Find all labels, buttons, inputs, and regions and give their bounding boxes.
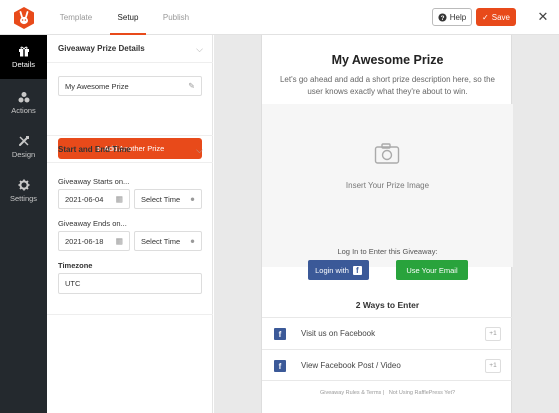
timezone-value: UTC — [65, 279, 81, 288]
ways-to-enter-title: 2 Ways to Enter — [355, 300, 420, 310]
time-section-header[interactable]: Start and End Time ⌵ — [47, 135, 213, 163]
calendar-icon: ▦ — [115, 236, 123, 246]
entry-label: View Facebook Post / Video — [301, 361, 401, 370]
starts-label: Giveaway Starts on... — [58, 177, 130, 186]
sidebar-item-settings[interactable]: Settings — [0, 169, 47, 213]
entry-item[interactable]: f View Facebook Post / Video +1 — [262, 349, 513, 381]
entry-item[interactable]: f Visit us on Facebook +1 — [262, 317, 513, 349]
use-email-button[interactable]: Use Your Email — [396, 260, 468, 280]
prize-title: My Awesome Prize — [331, 53, 444, 67]
login-text: Log In to Enter this Giveaway: — [337, 247, 438, 256]
entry-points-badge: +1 — [485, 327, 501, 341]
facebook-login-button[interactable]: Login with f — [308, 260, 369, 280]
svg-text:?: ? — [440, 14, 444, 21]
prize-name-field[interactable]: My Awesome Prize ✎ — [58, 76, 202, 96]
help-button[interactable]: ? Help — [432, 8, 472, 26]
sidebar-item-label: Details — [12, 60, 35, 69]
gear-icon — [18, 179, 29, 191]
facebook-login-label: Login with — [315, 265, 349, 275]
sidebar-item-design[interactable]: Design — [0, 125, 47, 169]
entry-label: Visit us on Facebook — [301, 329, 376, 338]
gift-icon — [18, 46, 29, 57]
pencil-icon[interactable]: ✎ — [188, 82, 195, 91]
prize-section-header[interactable]: Giveaway Prize Details ⌵ — [47, 35, 213, 63]
design-icon — [18, 136, 29, 146]
tab-setup[interactable]: Setup — [110, 0, 146, 35]
question-icon: ? — [438, 12, 447, 21]
giveaway-preview-card: My Awesome Prize Let's go ahead and add … — [261, 35, 513, 413]
time-section-title: Start and End Time — [58, 145, 131, 154]
close-icon[interactable]: ✕ — [535, 9, 551, 25]
rafflepress-logo — [0, 0, 47, 35]
timezone-select[interactable]: UTC — [58, 273, 202, 294]
check-icon: ✓ — [482, 12, 489, 22]
help-label: Help — [449, 12, 467, 22]
start-time-field[interactable]: Select Time ● — [134, 189, 202, 209]
end-date-value: 2021-06-18 — [65, 236, 104, 246]
chevron-down-icon: ⌵ — [196, 44, 203, 54]
chevron-down-icon: ⌵ — [196, 145, 203, 155]
prize-section-title: Giveaway Prize Details — [58, 44, 145, 53]
sidebar-item-details[interactable]: Details — [0, 35, 47, 79]
start-date-field[interactable]: 2021-06-04 ▦ — [58, 189, 130, 209]
ends-label: Giveaway Ends on... — [58, 219, 127, 228]
save-label: Save — [491, 12, 510, 22]
left-nav: Details Actions Design Settings — [0, 35, 47, 413]
settings-panel: Giveaway Prize Details ⌵ My Awesome Priz… — [47, 35, 213, 413]
clock-icon: ● — [190, 236, 195, 246]
giveaway-footer[interactable]: Giveaway Rules & Terms | Not Using Raffl… — [262, 390, 513, 396]
prize-name-value: My Awesome Prize — [65, 81, 129, 91]
divider — [47, 314, 213, 315]
prize-description: Let's go ahead and add a short prize des… — [279, 75, 495, 96]
end-time-field[interactable]: Select Time ● — [134, 231, 202, 251]
actions-icon — [18, 92, 29, 103]
calendar-icon: ▦ — [115, 194, 123, 204]
end-time-placeholder: Select Time — [141, 236, 181, 246]
entry-points-badge: +1 — [485, 359, 501, 373]
facebook-icon: f — [352, 265, 362, 275]
facebook-icon: f — [274, 328, 286, 340]
start-time-placeholder: Select Time — [141, 194, 181, 204]
sidebar-item-label: Design — [11, 150, 36, 159]
rabbit-logo-icon — [13, 6, 34, 29]
tab-template[interactable]: Template — [52, 0, 100, 35]
timezone-label: Timezone — [58, 261, 93, 270]
sidebar-item-actions[interactable]: Actions — [0, 81, 47, 125]
image-placeholder-label: Insert Your Prize Image — [345, 181, 430, 190]
sidebar-item-label: Actions — [11, 106, 36, 115]
tab-publish[interactable]: Publish — [156, 0, 196, 35]
save-button[interactable]: ✓ Save — [476, 8, 516, 26]
camera-icon — [374, 143, 400, 164]
start-date-value: 2021-06-04 — [65, 194, 104, 204]
top-bar: Template Setup Publish ? Help ✓ Save ✕ — [0, 0, 559, 35]
clock-icon: ● — [190, 194, 195, 204]
facebook-icon: f — [274, 360, 286, 372]
end-date-field[interactable]: 2021-06-18 ▦ — [58, 231, 130, 251]
sidebar-item-label: Settings — [9, 194, 38, 203]
